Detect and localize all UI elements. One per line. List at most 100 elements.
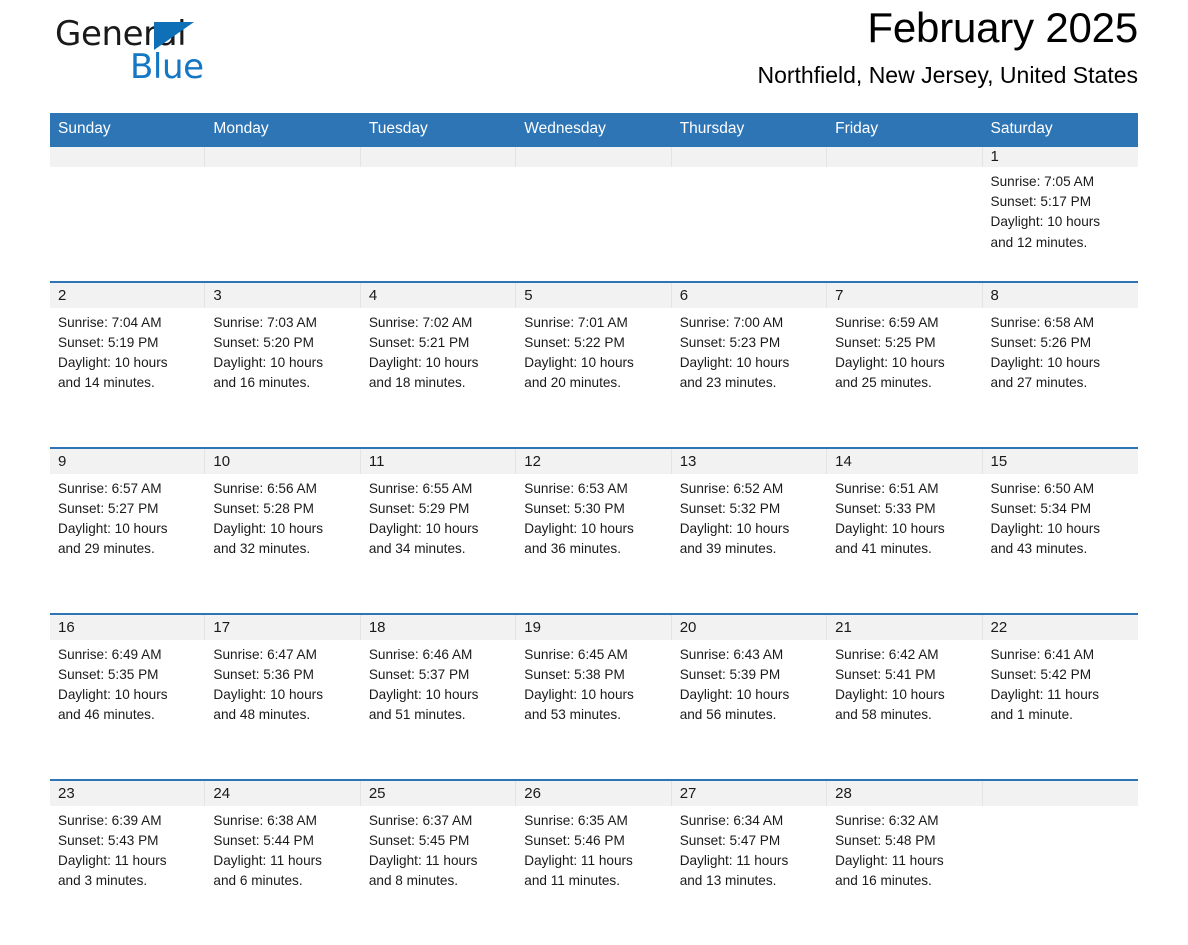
day-number: 7 [835, 286, 844, 304]
calendar-day-cell[interactable]: 5 Sunrise: 7:01 AM Sunset: 5:22 PM Daylight… [516, 282, 672, 447]
calendar-day-cell[interactable]: 19 Sunrise: 6:45 AM Sunset: 5:38 PM Dayligh… [516, 614, 672, 779]
calendar-week-row: 1 Sunrise: 7:05 AM Sunset: 5:17 PM Daylight… [50, 146, 1138, 281]
day-sun-info: Sunrise: 6:42 AM Sunset: 5:41 PM Daylight:… [827, 640, 982, 779]
day-sun-info [983, 806, 1138, 945]
calendar-day-cell[interactable]: 8 Sunrise: 6:58 AM Sunset: 5:26 PM Daylight… [982, 282, 1138, 447]
calendar-day-cell[interactable]: 7 Sunrise: 6:59 AM Sunset: 5:25 PM Daylight… [827, 282, 983, 447]
calendar-day-cell[interactable]: 6 Sunrise: 7:00 AM Sunset: 5:23 PM Daylight… [671, 282, 828, 447]
sunrise-text: Sunrise: 6:37 AM [368, 812, 473, 828]
calendar-day-cell[interactable]: 14 Sunrise: 6:51 AM Sunset: 5:33 PM Dayligh… [827, 448, 983, 613]
sunset-text: Sunset: 5:46 PM [524, 832, 625, 848]
daylight-text-line2: and 11 minutes. [524, 873, 620, 889]
day-number: 25 [368, 784, 386, 802]
calendar-day-cell[interactable]: 20 Sunrise: 6:43 AM Sunset: 5:39 PM Dayligh… [671, 614, 828, 779]
daylight-text-line1: Daylight: 10 hours [368, 521, 479, 537]
day-number-band [671, 146, 828, 167]
day-number: 20 [679, 618, 697, 636]
sunrise-text: Sunrise: 6:56 AM [213, 480, 317, 496]
day-sun-info: Sunrise: 6:32 AM Sunset: 5:48 PM Daylight:… [827, 806, 982, 945]
day-number-band: 21 [827, 614, 983, 640]
day-number-band: 25 [360, 780, 517, 806]
calendar-day-cell[interactable]: 24 Sunrise: 6:38 AM Sunset: 5:44 PM Dayligh… [205, 780, 361, 945]
sunset-text: Sunset: 5:20 PM [213, 334, 314, 350]
sunset-text: Sunset: 5:25 PM [835, 334, 936, 350]
day-sun-info: Sunrise: 6:47 AM Sunset: 5:36 PM Daylight:… [205, 640, 360, 779]
day-sun-info: Sunrise: 7:00 AM Sunset: 5:23 PM Daylight:… [672, 308, 827, 447]
day-number-band: 19 [516, 614, 672, 640]
day-number-band: 22 [982, 614, 1138, 640]
calendar-day-cell[interactable]: 13 Sunrise: 6:52 AM Sunset: 5:32 PM Dayligh… [671, 448, 828, 613]
calendar-day-cell-empty [516, 146, 672, 281]
calendar-day-cell[interactable]: 18 Sunrise: 6:46 AM Sunset: 5:37 PM Dayligh… [360, 614, 517, 779]
day-number: 5 [524, 286, 533, 304]
calendar-day-cell[interactable]: 27 Sunrise: 6:34 AM Sunset: 5:47 PM Dayligh… [671, 780, 828, 945]
daylight-text-line2: and 48 minutes. [213, 707, 311, 723]
daylight-text-line1: Daylight: 10 hours [524, 521, 634, 537]
calendar-day-cell[interactable]: 3 Sunrise: 7:03 AM Sunset: 5:20 PM Daylight… [205, 282, 361, 447]
calendar-day-cell[interactable]: 10 Sunrise: 6:56 AM Sunset: 5:28 PM Dayligh… [205, 448, 361, 613]
daylight-text-line1: Daylight: 10 hours [835, 521, 945, 537]
day-sun-info: Sunrise: 6:43 AM Sunset: 5:39 PM Daylight:… [672, 640, 827, 779]
sunset-text: Sunset: 5:26 PM [990, 334, 1092, 350]
day-sun-info [516, 167, 671, 281]
sunrise-text: Sunrise: 6:43 AM [679, 646, 784, 662]
day-number: 9 [58, 452, 67, 470]
calendar-day-cell[interactable]: 9 Sunrise: 6:57 AM Sunset: 5:27 PM Daylight… [50, 448, 206, 613]
calendar-day-cell[interactable]: 11 Sunrise: 6:55 AM Sunset: 5:29 PM Dayligh… [360, 448, 517, 613]
weekday-header-thursday: Thursday [679, 120, 745, 137]
daylight-text-line2: and 14 minutes. [58, 375, 155, 391]
daylight-text-line1: Daylight: 10 hours [524, 355, 634, 371]
sunset-text: Sunset: 5:30 PM [524, 500, 625, 516]
calendar-day-cell[interactable]: 1 Sunrise: 7:05 AM Sunset: 5:17 PM Daylight… [982, 146, 1138, 281]
sunset-text: Sunset: 5:27 PM [58, 500, 159, 516]
daylight-text-line1: Daylight: 10 hours [679, 687, 790, 703]
day-number-band: 26 [516, 780, 672, 806]
day-number: 2 [58, 286, 67, 304]
day-number-band [360, 146, 517, 167]
day-sun-info: Sunrise: 6:37 AM Sunset: 5:45 PM Daylight:… [361, 806, 516, 945]
day-number: 17 [213, 618, 231, 636]
sunrise-text: Sunrise: 7:03 AM [213, 314, 317, 330]
calendar-day-cell[interactable]: 17 Sunrise: 6:47 AM Sunset: 5:36 PM Dayligh… [205, 614, 361, 779]
sunset-text: Sunset: 5:32 PM [679, 500, 781, 516]
daylight-text-line2: and 25 minutes. [835, 375, 932, 391]
calendar-week-row: 16 Sunrise: 6:49 AM Sunset: 5:35 PM Dayligh… [50, 612, 1138, 779]
day-number-band: 3 [205, 282, 361, 308]
calendar-day-cell[interactable]: 4 Sunrise: 7:02 AM Sunset: 5:21 PM Daylight… [360, 282, 517, 447]
daylight-text-line2: and 6 minutes. [213, 873, 303, 889]
day-number: 21 [835, 618, 852, 636]
calendar-day-cell[interactable]: 25 Sunrise: 6:37 AM Sunset: 5:45 PM Dayligh… [360, 780, 517, 945]
sunset-text: Sunset: 5:36 PM [213, 666, 314, 682]
weekday-header-monday: Monday [213, 120, 269, 137]
day-sun-info: Sunrise: 6:38 AM Sunset: 5:44 PM Daylight:… [205, 806, 360, 945]
calendar-day-cell[interactable]: 21 Sunrise: 6:42 AM Sunset: 5:41 PM Dayligh… [827, 614, 983, 779]
sunset-text: Sunset: 5:38 PM [524, 666, 625, 682]
calendar-day-cell[interactable]: 2 Sunrise: 7:04 AM Sunset: 5:19 PM Daylight… [50, 282, 206, 447]
daylight-text-line1: Daylight: 10 hours [58, 521, 168, 537]
daylight-text-line2: and 43 minutes. [990, 541, 1088, 557]
calendar-day-cell[interactable]: 12 Sunrise: 6:53 AM Sunset: 5:30 PM Dayligh… [516, 448, 672, 613]
day-number-band: 5 [516, 282, 672, 308]
sunrise-text: Sunrise: 6:57 AM [58, 480, 162, 496]
day-number-band: 4 [360, 282, 517, 308]
calendar-day-cell[interactable]: 23 Sunrise: 6:39 AM Sunset: 5:43 PM Dayligh… [50, 780, 206, 945]
daylight-text-line2: and 32 minutes. [213, 541, 311, 557]
sunrise-text: Sunrise: 6:49 AM [58, 646, 162, 662]
calendar-day-cell[interactable]: 26 Sunrise: 6:35 AM Sunset: 5:46 PM Dayligh… [516, 780, 672, 945]
sunset-text: Sunset: 5:45 PM [368, 832, 470, 848]
day-sun-info: Sunrise: 7:01 AM Sunset: 5:22 PM Daylight:… [516, 308, 671, 447]
calendar-day-cell[interactable]: 28 Sunrise: 6:32 AM Sunset: 5:48 PM Dayligh… [827, 780, 983, 945]
day-number-band: 15 [982, 448, 1138, 474]
day-sun-info: Sunrise: 7:03 AM Sunset: 5:20 PM Daylight:… [205, 308, 360, 447]
sunset-text: Sunset: 5:48 PM [835, 832, 936, 848]
calendar-day-cell[interactable]: 15 Sunrise: 6:50 AM Sunset: 5:34 PM Dayligh… [982, 448, 1138, 613]
daylight-text-line1: Daylight: 11 hours [58, 853, 167, 869]
sunrise-text: Sunrise: 6:58 AM [990, 314, 1095, 330]
day-number-band: 18 [360, 614, 517, 640]
sunset-text: Sunset: 5:29 PM [368, 500, 470, 516]
calendar-day-cell[interactable]: 22 Sunrise: 6:41 AM Sunset: 5:42 PM Dayligh… [982, 614, 1138, 779]
sunset-text: Sunset: 5:39 PM [679, 666, 781, 682]
day-number-band: 9 [50, 448, 206, 474]
calendar-day-cell[interactable]: 16 Sunrise: 6:49 AM Sunset: 5:35 PM Dayligh… [50, 614, 206, 779]
daylight-text-line1: Daylight: 10 hours [835, 687, 945, 703]
